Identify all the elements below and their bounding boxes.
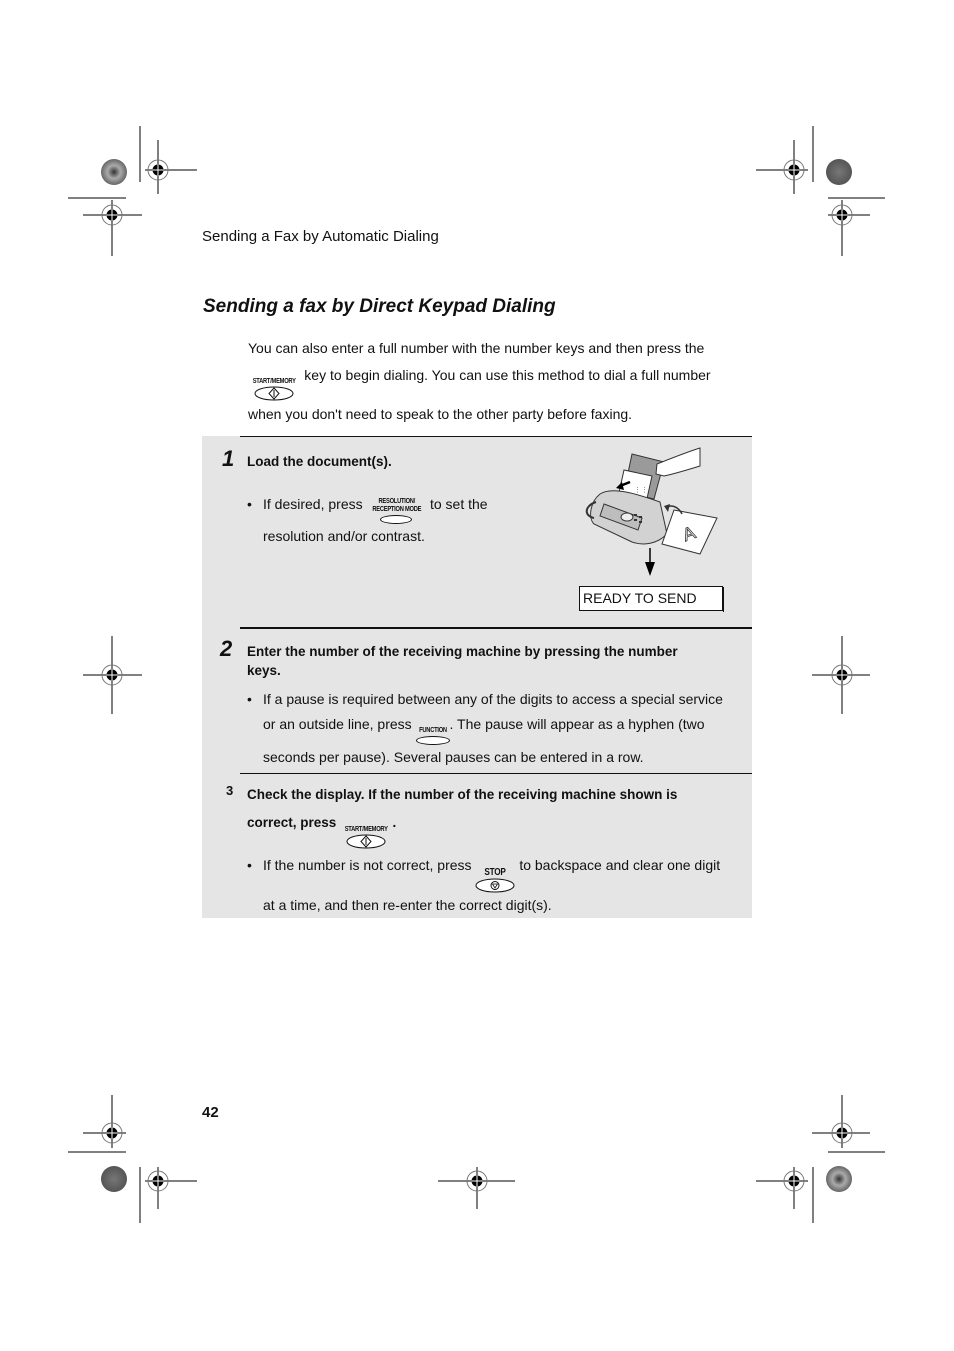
resolution-reception-mode-key-icon: RESOLUTION/ RECEPTION MODE bbox=[367, 498, 427, 524]
registration-mark-bottom-center bbox=[438, 1167, 515, 1209]
start-memory-key-icon: START/MEMORY bbox=[340, 826, 392, 849]
function-key-icon: FUNCTION bbox=[415, 727, 450, 745]
intro-line-1: You can also enter a full number with th… bbox=[248, 340, 705, 356]
registration-mark-mid-left bbox=[83, 636, 142, 714]
color-target-bottom-left bbox=[101, 1166, 127, 1192]
registration-mark-bottom-left bbox=[68, 1095, 197, 1223]
color-target-top-left bbox=[101, 159, 127, 185]
intro-line-3: when you don't need to speak to the othe… bbox=[248, 406, 633, 422]
page-number: 42 bbox=[202, 1104, 219, 1121]
section-title: Sending a fax by Direct Keypad Dialing bbox=[203, 296, 556, 317]
step-title: Enter the number of the receiving machin… bbox=[247, 644, 678, 678]
step-bullet: • If the number is not correct, press ST… bbox=[247, 857, 721, 913]
step-divider bbox=[240, 773, 752, 774]
registration-mark-bottom-right bbox=[756, 1095, 885, 1223]
svg-text:⋮⋮: ⋮⋮ bbox=[634, 487, 648, 494]
color-target-top-right bbox=[826, 159, 852, 185]
running-head: Sending a Fax by Automatic Dialing bbox=[202, 228, 439, 245]
intro-line-2: key to begin dialing. You can use this m… bbox=[300, 367, 711, 383]
registration-mark-top-left bbox=[68, 126, 197, 256]
step-number: 3 bbox=[226, 783, 234, 798]
lcd-display-readout: READY TO SEND bbox=[579, 586, 724, 612]
intro-paragraph: You can also enter a full number with th… bbox=[248, 335, 738, 428]
step-number: 2 bbox=[220, 636, 233, 661]
start-memory-key-icon: START/MEMORY bbox=[248, 378, 300, 401]
steps-panel: 1 Load the document(s). • If desired, pr… bbox=[202, 436, 752, 918]
registration-mark-top-right bbox=[756, 126, 885, 256]
step-divider bbox=[240, 627, 752, 629]
stop-symbol-icon bbox=[475, 878, 515, 893]
step-bullet: • If a pause is required between any of … bbox=[247, 691, 723, 765]
start-symbol-icon bbox=[346, 834, 386, 849]
stop-key-icon: STOP bbox=[475, 868, 515, 893]
registration-mark-mid-right bbox=[812, 636, 870, 714]
step-number: 1 bbox=[222, 446, 235, 471]
down-arrow-icon bbox=[645, 548, 655, 576]
step-title: Load the document(s). bbox=[247, 454, 392, 469]
step-divider bbox=[240, 436, 752, 437]
step-title: Check the display. If the number of the … bbox=[247, 781, 727, 849]
start-symbol-icon bbox=[254, 386, 294, 401]
step-bullet: • If desired, press RESOLUTION/ RECEPTIO… bbox=[247, 496, 488, 544]
color-target-bottom-right bbox=[826, 1166, 852, 1192]
